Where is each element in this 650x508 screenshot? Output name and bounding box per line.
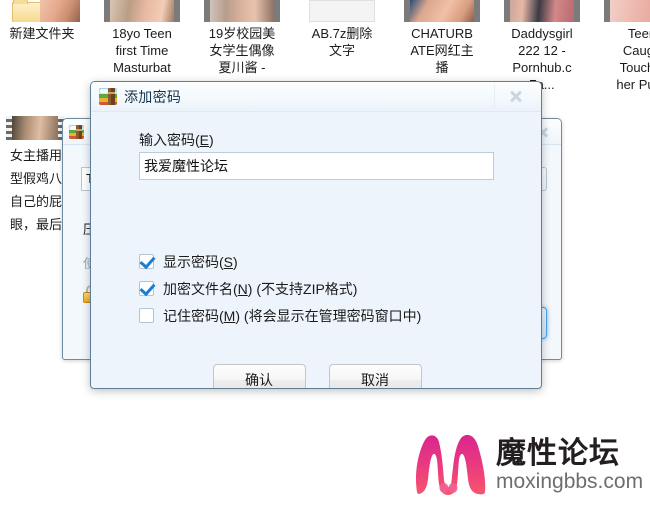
file-item-0[interactable]: 新建文件夹: [0, 0, 92, 42]
label-hint: (将会显示在管理密码窗口中): [240, 307, 422, 324]
label-hint: (不支持ZIP格式): [252, 280, 358, 297]
checkbox-row-remember-password[interactable]: 记住密码(M) (将会显示在管理密码窗口中): [139, 302, 509, 329]
label-accel: M: [223, 307, 236, 324]
password-input[interactable]: 我爱魔性论坛: [139, 152, 494, 180]
password-label-suffix: ): [209, 132, 214, 148]
video-thumbnail-icon: [204, 0, 280, 22]
checkbox-label-remember-password: 记住密码(M) (将会显示在管理密码窗口中): [163, 306, 421, 326]
moxing-m-logo-icon: [415, 434, 486, 495]
dialog-button-row: 确认 取消: [91, 364, 541, 388]
label-prefix: 加密文件名(: [163, 280, 238, 297]
file-item-6[interactable]: Teen Caugh Touchin her Puss: [592, 0, 650, 93]
checkbox-row-show-password[interactable]: 显示密码(S): [139, 248, 509, 275]
checkbox-label-encrypt-filenames: 加密文件名(N) (不支持ZIP格式): [163, 279, 357, 299]
label-prefix: 显示密码(: [163, 253, 224, 270]
file-label: CHATURB ATE网红主 播: [410, 26, 474, 75]
video-thumbnail-icon: [6, 116, 64, 140]
file-item-1[interactable]: 18yo Teen first Time Masturbat: [92, 0, 192, 76]
video-thumbnail-icon: [604, 0, 650, 22]
file-item-3[interactable]: AB.7z删除 文字: [292, 0, 392, 59]
options-group: 显示密码(S) 加密文件名(N) (不支持ZIP格式) 记住密码(M) (将会显…: [139, 248, 509, 329]
file-item-5[interactable]: Daddysgirl 222 12 - Pornhub.c 7a...: [492, 0, 592, 93]
file-label: Teen Caugh Touchin her Puss: [616, 26, 650, 92]
file-item-2[interactable]: 19岁校园美 女学生偶像 夏川酱 -: [192, 0, 292, 76]
add-password-dialog[interactable]: 添加密码 输入密码(E) 我爱魔性论坛 显示密码(S) 加密文件名(N) (不支…: [90, 81, 542, 389]
checkbox-remember-password[interactable]: [139, 308, 154, 323]
file-label: 18yo Teen first Time Masturbat: [112, 26, 172, 75]
video-thumbnail-icon: [404, 0, 480, 22]
cancel-button[interactable]: 取消: [328, 364, 422, 388]
close-icon[interactable]: [494, 84, 535, 108]
label-accel: N: [237, 280, 248, 297]
label-suffix: ): [233, 253, 238, 270]
folder-icon: [4, 0, 80, 22]
password-label-accel: E: [199, 132, 210, 148]
watermark-en: moxingbbs.com: [496, 469, 644, 493]
ok-button[interactable]: 确认: [212, 364, 306, 388]
file-label: 新建文件夹: [9, 26, 75, 41]
label-accel: S: [223, 253, 234, 270]
file-label: 19岁校园美 女学生偶像 夏川酱 -: [208, 26, 276, 75]
video-thumbnail-icon: [104, 0, 180, 22]
winrar-icon: [69, 124, 84, 139]
checkbox-show-password[interactable]: [139, 254, 154, 269]
checkbox-row-encrypt-filenames[interactable]: 加密文件名(N) (不支持ZIP格式): [139, 275, 509, 302]
dialog-titlebar[interactable]: 添加密码: [91, 82, 541, 112]
file-item-4[interactable]: CHATURB ATE网红主 播: [392, 0, 492, 76]
label-prefix: 记住密码(: [163, 307, 224, 324]
dialog-title: 添加密码: [124, 88, 182, 105]
file-label: AB.7z删除 文字: [311, 26, 373, 58]
watermark-cn: 魔性论坛: [496, 435, 620, 471]
blank-file-icon: [304, 0, 380, 22]
winrar-icon: [99, 88, 117, 105]
checkbox-encrypt-filenames[interactable]: [139, 281, 154, 296]
video-thumbnail-icon: [504, 0, 580, 22]
checkbox-label-show-password: 显示密码(S): [163, 252, 238, 272]
watermark-text: 魔性论坛 moxingbbs.com: [496, 435, 644, 493]
password-label-prefix: 输入密码(: [139, 132, 200, 148]
watermark: 魔性论坛 moxingbbs.com: [412, 430, 644, 500]
password-label: 输入密码(E): [139, 130, 214, 150]
